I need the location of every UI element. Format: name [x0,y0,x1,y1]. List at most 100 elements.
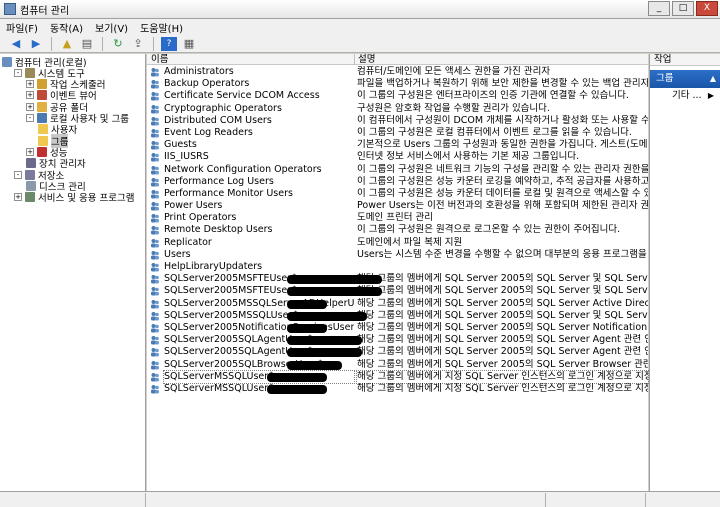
group-name: Network Configuration Operators [164,163,322,175]
services-icon [25,192,35,203]
column-description-header[interactable]: 설명 [358,54,375,65]
collapse-icon[interactable]: - [14,170,22,179]
tree-item[interactable]: - 로컬 사용자 및 그룹 [26,113,129,125]
group-description: 이 그룹의 구성원은 성능 카운터 로깅을 예약하고, 추적 공급자를 사용하고 [357,175,648,187]
group-icon [150,128,160,138]
group-icon [150,152,160,162]
menu-view[interactable]: 보기(V) [95,20,128,35]
collapse-icon[interactable]: - [26,114,34,122]
group-name: Administrators [164,66,234,77]
group-row[interactable]: SQLServer2005SQLAgentUser$ 해당 그룹의 멤버에게 SQ… [147,346,648,358]
group-row[interactable]: IIS_IUSRS 인터넷 정보 서비스에서 사용하는 기본 제공 그룹입니다. [147,151,648,163]
group-row[interactable]: Performance Log Users 이 그룹의 구성원은 성능 카운터 로… [147,176,648,188]
group-description: 해당 그룹의 멤버에게 SQL Server 2005의 SQL Server … [357,309,648,321]
group-row[interactable]: SQLServerMSSQLUser$ 해당 그룹의 멤버에게 지정 SQL Se… [147,383,648,395]
expand-icon[interactable]: + [26,91,34,100]
folder-icon [38,124,48,135]
group-row[interactable]: Guests 기본적으로 Users 그룹의 구성원과 동일한 권한을 가집니다.… [147,139,648,151]
group-row[interactable]: Performance Monitor Users 이 그룹의 구성원은 성능 카… [147,188,648,200]
tree-item[interactable]: + 서비스 및 응용 프로그램 [14,192,134,204]
group-row[interactable]: Cryptographic Operators 구성원은 암호화 작업을 수행할 … [147,103,648,115]
group-name: Performance Log Users [164,175,274,187]
group-row[interactable]: Print Operators 도메인 프린터 관리 [147,212,648,224]
group-row[interactable]: SQLServer2005MSFTEUser$ 해당 그룹의 멤버에게 SQL S… [147,285,648,297]
group-row[interactable]: Distributed COM Users 이 컴퓨터에서 구성원이 DCOM 개… [147,115,648,127]
export-icon[interactable]: ⇪ [130,37,146,51]
group-icon [150,262,160,272]
group-icon [150,91,160,101]
expand-icon[interactable]: + [26,80,34,89]
group-description: 해당 그룹의 멤버에게 SQL Server 2005의 SQL Server … [357,346,648,358]
column-divider[interactable] [354,54,355,65]
group-name: IIS_IUSRS [164,151,209,163]
group-row[interactable]: SQLServer2005MSSQLUser$ 해당 그룹의 멤버에게 SQL S… [147,310,648,322]
group-row[interactable]: SQLServer2005MSSQLServerADHelperUser$해당 … [147,298,648,310]
tools-icon [25,67,35,78]
menu-help[interactable]: 도움말(H) [140,20,183,35]
expand-icon[interactable]: + [14,193,22,202]
more-actions-item[interactable]: 기타 ... ▶ [650,88,720,104]
group-name: Cryptographic Operators [164,102,282,114]
properties-icon[interactable]: ▦ [181,37,197,51]
group-row[interactable]: Certificate Service DCOM Access 이 그룹의 구성원… [147,90,648,102]
forward-icon[interactable]: ▶ [28,37,44,51]
group-icon [150,189,160,199]
group-name: Users [164,248,191,260]
group-row[interactable]: SQLServer2005SQLAgentUser$ 해당 그룹의 멤버에게 SQ… [147,334,648,346]
more-actions-label: 기타 ... [672,90,702,101]
group-icon [150,360,160,370]
group-icon [150,299,160,309]
group-icon [150,372,160,382]
actions-group-section[interactable]: 그룹 ▲ [650,70,720,88]
actions-pane: 작업 그룹 ▲ 기타 ... ▶ [649,54,720,491]
title-bar: 컴퓨터 관리 _ □ X [0,0,720,19]
group-description: 해당 그룹의 멤버에게 SQL Server 2005의 SQL Server … [357,334,648,346]
status-segment [0,493,146,507]
group-icon [150,323,160,333]
menu-file[interactable]: 파일(F) [6,20,38,35]
group-description: 기본적으로 Users 그룹의 구성원과 동일한 권한을 가집니다. 게스트(도… [357,139,648,151]
group-row[interactable]: HelpLibraryUpdaters [147,261,648,273]
group-row[interactable]: Event Log Readers 이 그룹의 구성원은 로컬 컴퓨터에서 이벤트… [147,127,648,139]
menu-action[interactable]: 동작(A) [50,20,83,35]
group-icon [150,67,160,77]
group-row[interactable]: SQLServer2005MSFTEUser$ 해당 그룹의 멤버에게 SQL S… [147,273,648,285]
group-name: Remote Desktop Users [164,224,273,236]
group-name: Replicator [164,236,212,248]
group-row[interactable]: Network Configuration Operators 이 그룹의 구성원… [147,164,648,176]
group-row[interactable]: Users Users는 시스템 수준 변경을 수행할 수 없으며 대부분의 응용… [147,249,648,261]
collapse-icon[interactable]: - [14,68,22,77]
collapse-up-icon[interactable]: ▲ [710,70,716,88]
group-row[interactable]: Power Users Power Users는 이전 버전과의 호환성을 위해 … [147,200,648,212]
minimize-button[interactable]: _ [648,1,670,16]
column-name-header[interactable]: 이름 [151,54,168,65]
group-row[interactable]: SQLServer2005SQLBrowserUser$ 해당 그룹의 멤버에게 … [147,359,648,371]
redaction-mark [287,323,327,333]
group-row[interactable]: Backup Operators 파일을 백업하거나 복원하기 위해 보안 제한을… [147,78,648,90]
redaction-mark [266,372,327,382]
back-icon[interactable]: ◀ [8,37,24,51]
group-description: Power Users는 이전 버전과의 호환성을 위해 포함되며 제한된 관리… [357,200,648,212]
group-row[interactable]: Remote Desktop Users 이 그룹의 구성원은 원격으로 로그온할… [147,224,648,236]
group-icon [150,238,160,248]
group-icon [150,104,160,114]
expand-icon[interactable]: + [26,147,34,156]
show-hide-tree-icon[interactable]: ▤ [79,37,95,51]
group-row[interactable]: Replicator 도메인에서 파일 복제 지원 [147,237,648,249]
shared-folder-icon [37,101,47,112]
help-icon[interactable]: ? [161,36,177,51]
group-row[interactable]: Administrators 컴퓨터/도메인에 모든 액세스 권한을 가진 관리자 [147,66,648,78]
group-name: HelpLibraryUpdaters [164,261,263,272]
group-icon [150,384,160,394]
group-row[interactable]: SQLServer2005NotificationServicesUser$ 해당… [147,322,648,334]
expand-icon[interactable]: + [26,102,34,111]
status-bar [0,491,720,507]
toolbar-separator [51,36,52,51]
group-row[interactable]: SQLServerMSSQLUser$ 해당 그룹의 멤버에게 지정 SQL Se… [147,369,649,384]
redaction-mark [287,299,327,309]
maximize-button[interactable]: □ [672,1,694,16]
up-icon[interactable]: ▲ [59,37,75,51]
refresh-icon[interactable]: ↻ [110,37,126,51]
window-title: 컴퓨터 관리 [20,5,70,17]
close-button[interactable]: X [696,1,718,16]
